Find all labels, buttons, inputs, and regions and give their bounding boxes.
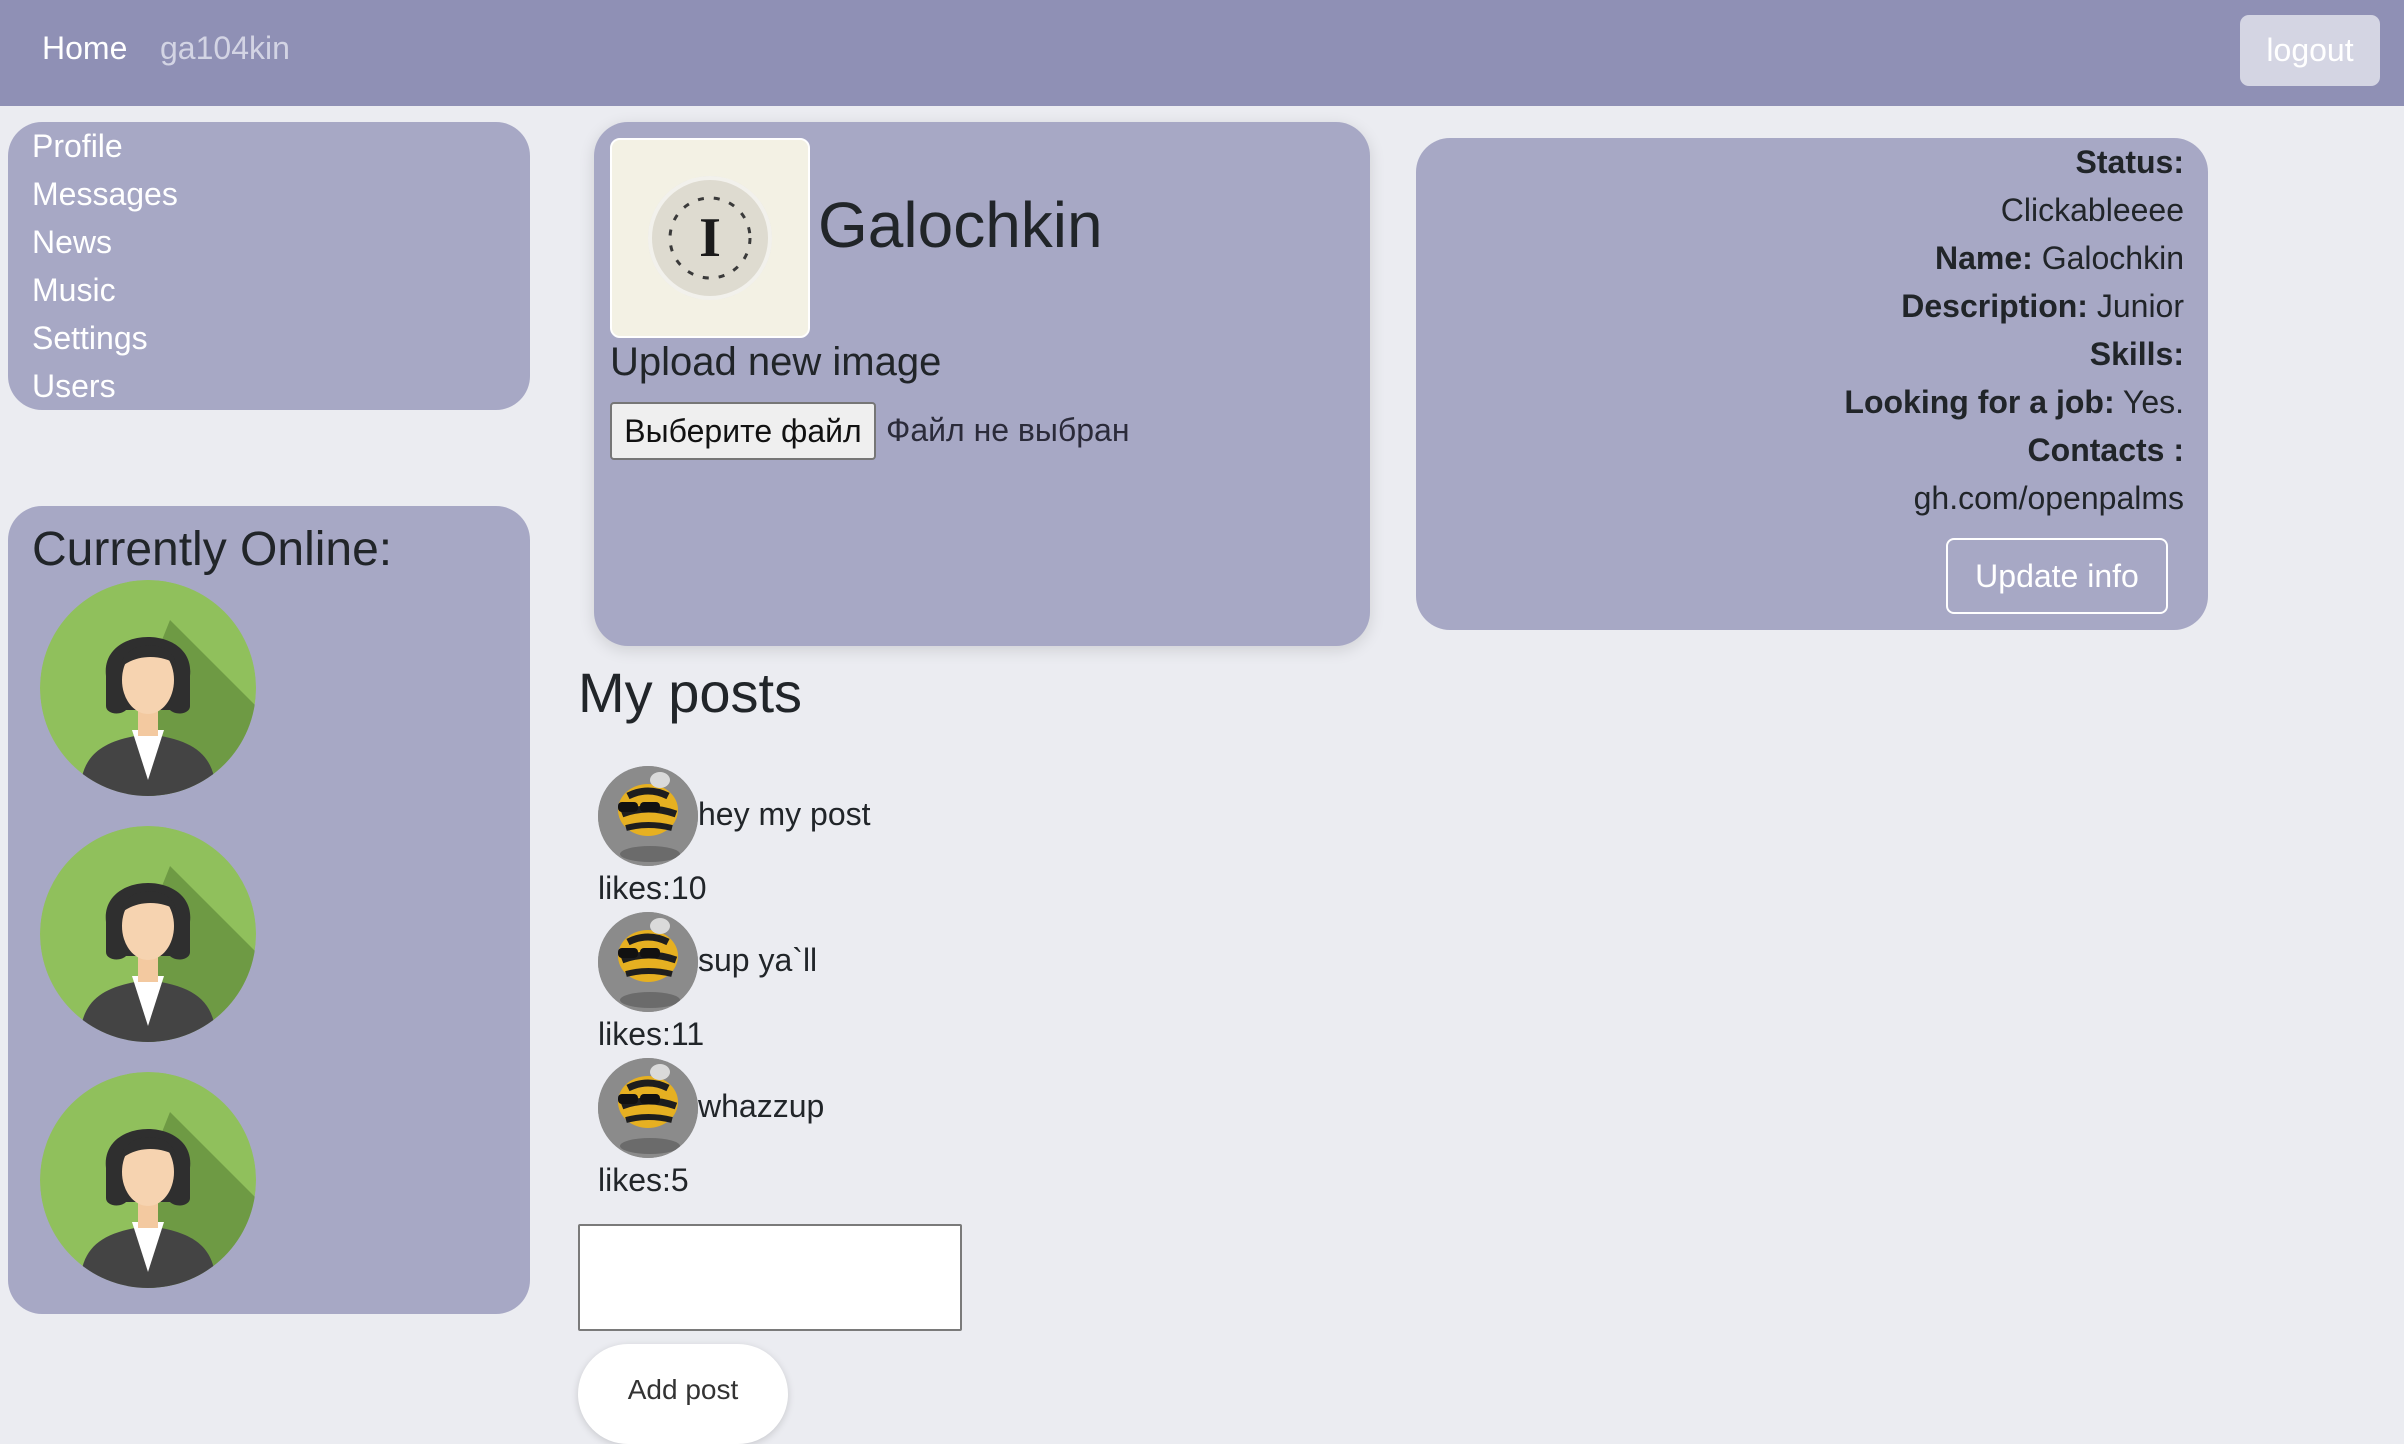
sidebar-item-users[interactable]: Users (32, 368, 116, 405)
home-link[interactable]: Home (42, 30, 127, 67)
sidebar-nav: Profile Messages News Music Settings Use… (8, 122, 530, 410)
post-likes: likes:11 (598, 1016, 705, 1052)
sidebar-item-music[interactable]: Music (32, 272, 116, 309)
file-status-text: Файл не выбран (886, 412, 1130, 448)
post-text: hey my post (698, 796, 871, 832)
profile-photo: I (610, 138, 810, 338)
logo-letter: I (699, 207, 721, 269)
name-label: Name: (1935, 240, 2033, 276)
name-value: Galochkin (2041, 240, 2184, 276)
skills-label: Skills: (2089, 336, 2184, 372)
post-text: sup ya`ll (698, 942, 818, 978)
online-user-avatar-icon[interactable] (40, 1072, 256, 1288)
upload-image-title: Upload new image (610, 340, 942, 384)
my-posts-title: My posts (578, 661, 803, 724)
status-label-row: Status: (2076, 144, 2184, 181)
status-value[interactable]: Clickableeee (2001, 192, 2184, 229)
description-value: Junior (2096, 288, 2184, 324)
online-title: Currently Online: (32, 523, 393, 576)
post-text: whazzup (698, 1088, 825, 1124)
description-label: Description: (1901, 288, 2088, 324)
online-user-avatar-icon[interactable] (40, 826, 256, 1042)
post-likes: likes:10 (598, 870, 707, 906)
choose-file-button[interactable]: Выберите файл (610, 402, 876, 460)
job-row: Looking for a job: Yes. (1844, 384, 2184, 421)
sidebar-item-settings[interactable]: Settings (32, 320, 148, 357)
description-row: Description: Junior (1901, 288, 2184, 325)
bee-avatar-icon (598, 766, 698, 866)
post-item: hey my post likes:10 (598, 766, 1198, 912)
contacts-value: gh.com/openpalms (1913, 480, 2184, 516)
post-item: whazzup likes:5 (598, 1058, 1198, 1204)
new-post-textarea[interactable] (578, 1224, 962, 1331)
round-logo-icon: I (612, 140, 808, 336)
job-value: Yes. (2122, 384, 2184, 420)
contacts-label: Contacts : (2027, 432, 2184, 468)
name-row: Name: Galochkin (1935, 240, 2184, 277)
online-users-panel: Currently Online: (8, 506, 530, 1314)
logout-button[interactable]: logout (2240, 15, 2380, 86)
post-item: sup ya`ll likes:11 (598, 912, 1198, 1058)
profile-full-name: Galochkin (818, 189, 1103, 261)
add-post-button[interactable]: Add post (578, 1344, 788, 1444)
top-navbar: Home ga104kin logout (0, 0, 2404, 106)
profile-card: I Galochkin Upload new image Выберите фа… (594, 122, 1370, 646)
bee-avatar-icon (598, 912, 698, 1012)
sidebar-item-news[interactable]: News (32, 224, 112, 261)
update-info-button[interactable]: Update info (1946, 538, 2168, 614)
job-label: Looking for a job: (1844, 384, 2115, 420)
bee-avatar-icon (598, 1058, 698, 1158)
sidebar-item-messages[interactable]: Messages (32, 176, 178, 213)
username-link[interactable]: ga104kin (160, 30, 290, 67)
profile-info-card: Status: Clickableeee Name: Galochkin Des… (1416, 138, 2208, 630)
contacts-row: Contacts : (2028, 432, 2184, 469)
online-user-avatar-icon[interactable] (40, 580, 256, 796)
status-label: Status: (2075, 144, 2184, 180)
sidebar-item-profile[interactable]: Profile (32, 128, 123, 165)
skills-row: Skills: (2090, 336, 2184, 373)
post-likes: likes:5 (598, 1162, 689, 1198)
